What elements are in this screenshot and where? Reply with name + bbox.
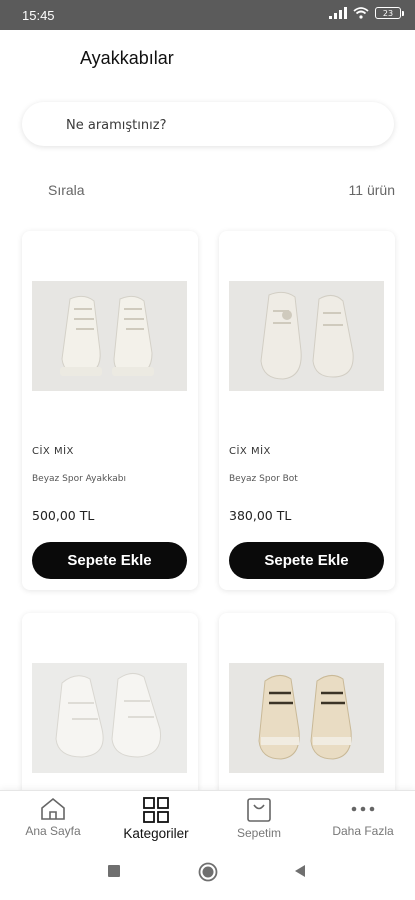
product-image[interactable] — [229, 281, 384, 391]
battery-icon: 23 — [375, 7, 404, 19]
nav-categories[interactable]: Kategoriler — [114, 797, 198, 841]
nav-categories-label: Kategoriler — [123, 826, 189, 841]
result-count: 11 ürün — [348, 182, 395, 198]
product-brand: CİX MİX — [229, 446, 271, 457]
system-nav-bar — [0, 846, 415, 900]
home-icon — [41, 797, 65, 820]
recents-icon[interactable] — [107, 864, 121, 878]
product-card[interactable]: CİX MİX Beyaz Spor Bot 380,00 TL Sepete … — [219, 231, 395, 590]
product-name: Beyaz Spor Ayakkabı — [32, 474, 127, 484]
bag-icon — [247, 798, 271, 822]
product-image[interactable] — [229, 663, 384, 773]
nav-cart[interactable]: Sepetim — [224, 797, 294, 840]
nav-more[interactable]: Daha Fazla — [328, 797, 398, 838]
signal-icon — [329, 7, 347, 19]
wifi-icon — [353, 7, 369, 19]
product-card[interactable]: CİX MİX Beyaz Spor Ayakkabı 500,00 TL Se… — [22, 231, 198, 590]
product-price: 380,00 TL — [229, 508, 292, 523]
nav-more-label: Daha Fazla — [332, 824, 394, 838]
more-icon — [351, 806, 375, 812]
product-card[interactable] — [219, 613, 395, 813]
product-name: Beyaz Spor Bot — [229, 474, 298, 484]
page-title: Ayakkabılar — [80, 48, 174, 68]
add-to-cart-button[interactable]: Sepete Ekle — [32, 542, 187, 579]
search-bar[interactable] — [22, 102, 394, 146]
grid-icon — [143, 797, 169, 823]
sort-button[interactable]: Sırala — [48, 182, 85, 198]
product-card[interactable] — [22, 613, 198, 813]
status-time: 15:45 — [22, 8, 55, 23]
nav-home[interactable]: Ana Sayfa — [18, 797, 88, 838]
product-brand: CİX MİX — [32, 446, 74, 457]
bottom-nav: Ana Sayfa Kategoriler Sepetim Daha Fazla — [0, 790, 415, 847]
product-image[interactable] — [32, 281, 187, 391]
product-price: 500,00 TL — [32, 508, 95, 523]
product-image[interactable] — [32, 663, 187, 773]
home-button-icon[interactable] — [198, 862, 218, 882]
nav-cart-label: Sepetim — [236, 826, 282, 840]
status-icons: 23 — [329, 7, 404, 19]
status-bar: 15:45 23 — [0, 0, 415, 30]
add-to-cart-button[interactable]: Sepete Ekle — [229, 542, 384, 579]
search-input[interactable] — [64, 112, 368, 138]
back-icon[interactable] — [293, 864, 307, 878]
nav-home-label: Ana Sayfa — [25, 824, 81, 838]
